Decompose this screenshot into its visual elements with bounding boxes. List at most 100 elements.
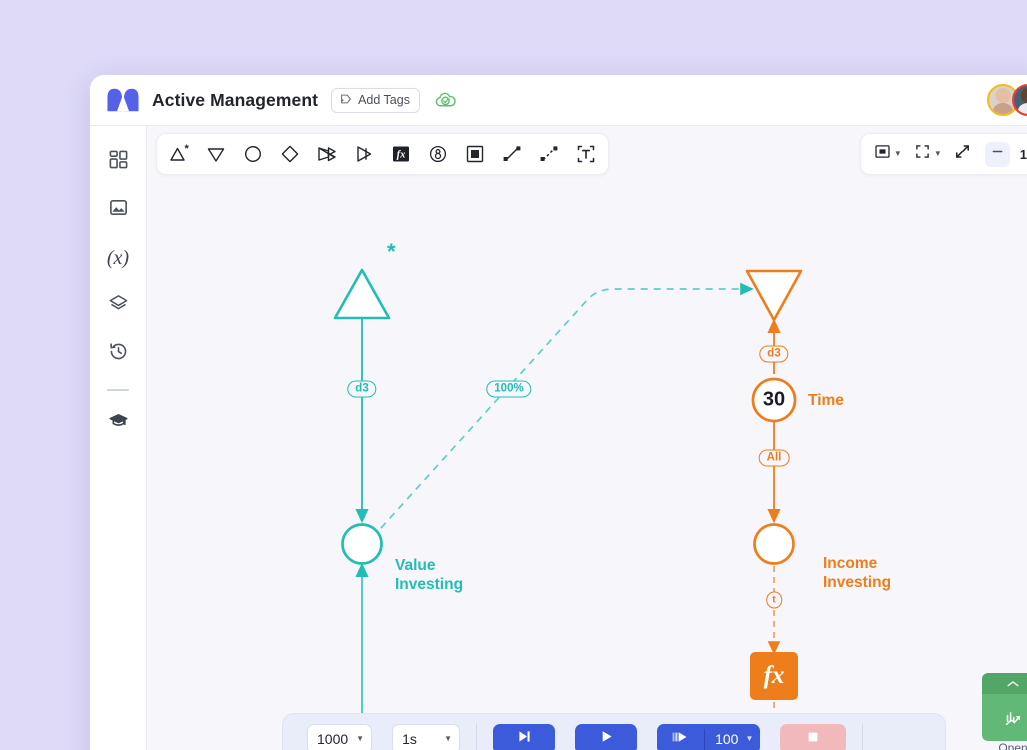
image-icon — [108, 197, 129, 223]
node-value-investing-shape — [341, 523, 383, 565]
quick-plays-count[interactable]: 100 ▼ — [705, 731, 760, 747]
quick-plays-run[interactable] — [657, 728, 706, 750]
tool-text[interactable] — [573, 141, 599, 167]
tool-function-node[interactable]: fx — [388, 141, 414, 167]
fit-screen-icon — [913, 142, 932, 166]
quick-plays-button[interactable]: 100 ▼ — [657, 724, 761, 750]
zoom-level-label[interactable]: 100% — [1020, 147, 1027, 162]
page-title: Active Management — [152, 89, 319, 110]
step-forward-icon — [516, 728, 533, 750]
chevron-down-icon: ▼ — [745, 734, 754, 743]
reset-button[interactable] — [780, 724, 847, 750]
diagram-graph: * 30 fx Value Investing Time Income Inve… — [147, 126, 1027, 750]
edge-label-t[interactable]: t — [766, 591, 782, 609]
node-function-fx[interactable]: fx — [750, 652, 798, 700]
cloud-check-icon — [434, 91, 457, 109]
display-mode-button[interactable]: ▼ — [869, 138, 906, 170]
variable-x-icon: (x) — [106, 246, 130, 269]
quick-plays-value: 100 — [715, 731, 739, 747]
graduation-cap-icon — [108, 411, 129, 437]
history-clock-icon — [108, 341, 129, 367]
step-button[interactable] — [493, 724, 556, 750]
speed-value: 1s — [402, 731, 417, 747]
avatar-group[interactable] — [987, 84, 1027, 116]
steps-group: 1000 ▼ Steps — [297, 724, 382, 750]
tool-container-node[interactable] — [462, 141, 488, 167]
quick-plays-group: 100 ▼ Quick Plays — [647, 724, 770, 750]
steps-select[interactable]: 1000 ▼ — [307, 724, 373, 750]
diagram-canvas[interactable]: * 30 fx Value Investing Time Income Inve… — [147, 126, 1027, 750]
playback-toolbar: 1000 ▼ Steps 1s ▼ Speed — [282, 713, 947, 750]
left-sidebar: (x) — [90, 126, 147, 750]
label-value-investing: Value Investing — [395, 557, 464, 594]
view-toolbar: ▼ ▼ 1 — [859, 133, 1027, 175]
expand-button[interactable] — [949, 138, 976, 170]
tool-dashed-connector[interactable] — [536, 141, 562, 167]
open-chart-label: Open Chart — [998, 741, 1027, 750]
tool-batch-node[interactable] — [314, 141, 340, 167]
edge-label-d3-left[interactable]: d3 — [347, 380, 377, 398]
tool-circle-node[interactable] — [240, 141, 266, 167]
expand-diagonal-icon — [953, 142, 972, 166]
sidebar-divider — [107, 389, 129, 391]
sidebar-item-history[interactable] — [98, 330, 138, 378]
tag-plus-icon — [339, 92, 353, 109]
steps-value: 1000 — [317, 731, 349, 747]
tool-diamond-node[interactable] — [277, 141, 303, 167]
layers-icon — [108, 293, 129, 319]
edge-label-d3-right[interactable]: d3 — [759, 345, 789, 363]
svg-text:fx: fx — [397, 150, 406, 161]
app-window: Active Management Add Tags (x) * 30 fx V… — [90, 75, 1027, 750]
add-tags-button[interactable]: Add Tags — [331, 87, 420, 113]
chevron-down-icon: ▼ — [933, 149, 942, 158]
chevron-down-icon: ▼ — [444, 734, 453, 743]
play-button[interactable] — [575, 724, 638, 750]
app-body: (x) * 30 fx Value Investing Time Income … — [90, 126, 1027, 750]
tool-agent-node[interactable] — [425, 141, 451, 167]
screen-root: Active Management Add Tags (x) * 30 fx V… — [0, 0, 1027, 750]
tool-source-triangle[interactable]: * — [166, 141, 192, 167]
bar-chart-icon[interactable] — [982, 694, 1027, 741]
fx-label: fx — [763, 662, 785, 689]
title-bar: Active Management Add Tags — [90, 75, 1027, 126]
sidebar-item-images[interactable] — [98, 186, 138, 234]
app-logo-icon — [104, 87, 142, 113]
grid-dashboard-icon — [108, 149, 129, 175]
shape-toolbar: * fx — [156, 133, 609, 175]
add-tags-label: Add Tags — [358, 93, 410, 107]
fit-screen-button[interactable]: ▼ — [909, 138, 946, 170]
node-sink-triangle-shape — [745, 269, 803, 322]
play-group: Play — [565, 724, 647, 750]
reset-group: Reset — [770, 724, 856, 750]
sidebar-item-variables[interactable]: (x) — [98, 234, 138, 282]
edge-label-percent[interactable]: 100% — [486, 380, 532, 398]
sidebar-item-layers[interactable] — [98, 282, 138, 330]
play-icon — [598, 728, 615, 750]
playbar-divider-1 — [476, 724, 478, 750]
time-node-value: 30 — [762, 388, 786, 411]
speed-select[interactable]: 1s ▼ — [392, 724, 461, 750]
tool-solid-connector[interactable] — [499, 141, 525, 167]
playbar-divider-2 — [862, 724, 864, 750]
minus-icon — [990, 144, 1005, 164]
sidebar-item-learn[interactable] — [98, 400, 138, 448]
open-chart-button[interactable] — [982, 673, 1027, 741]
node-source-triangle-shape: * — [333, 239, 396, 320]
zoom-out-button[interactable] — [984, 141, 1010, 167]
chevron-up-icon[interactable] — [982, 673, 1027, 694]
label-income-investing: Income Investing — [823, 555, 892, 592]
stop-square-icon — [805, 729, 821, 750]
sidebar-item-dashboard[interactable] — [98, 138, 138, 186]
chevron-down-icon: ▼ — [893, 149, 902, 158]
label-time: Time — [808, 392, 844, 409]
edge-value-to-sink-dashed — [380, 282, 754, 529]
step-group: Step — [483, 724, 565, 750]
fast-forward-icon — [670, 729, 691, 750]
edge-label-all[interactable]: All — [758, 449, 790, 467]
speed-group: 1s ▼ Speed — [382, 724, 470, 750]
node-income-investing-shape — [753, 523, 795, 565]
tool-sink-triangle[interactable] — [203, 141, 229, 167]
display-mode-icon — [873, 142, 892, 166]
tool-play-node[interactable] — [351, 141, 377, 167]
chevron-down-icon: ▼ — [356, 734, 365, 743]
